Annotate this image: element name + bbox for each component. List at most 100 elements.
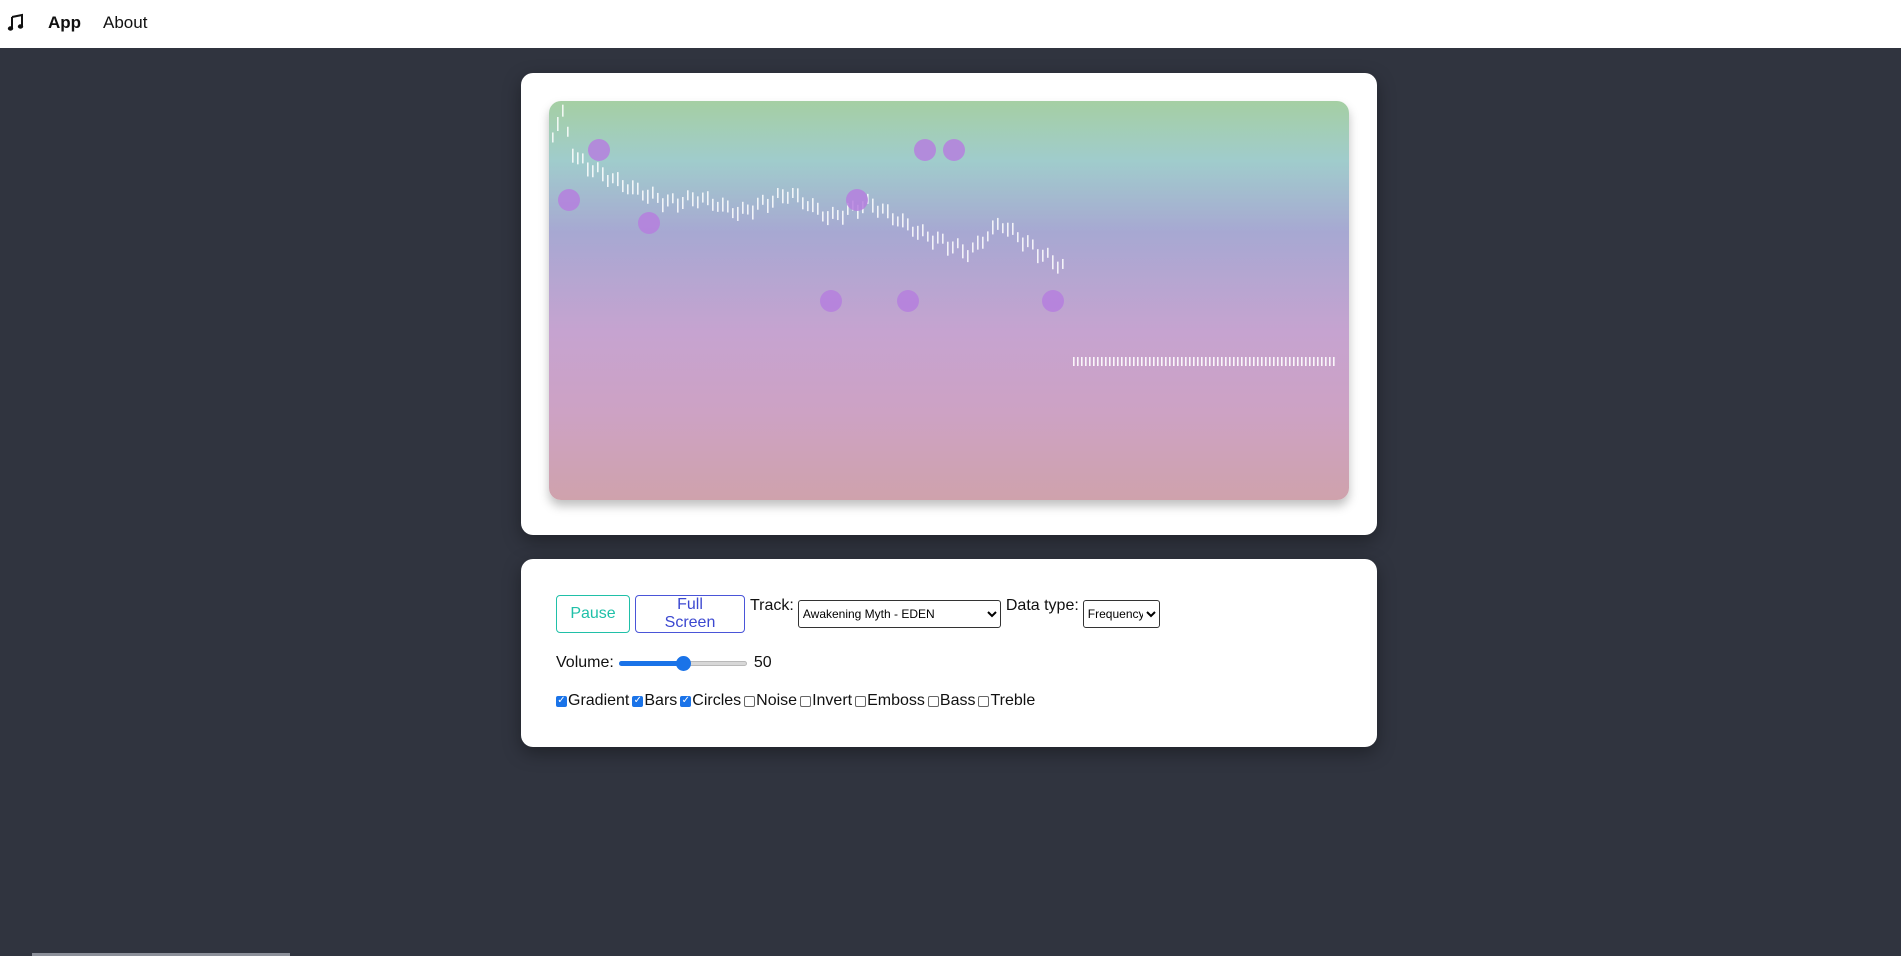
nav-app-link[interactable]: App xyxy=(48,13,81,33)
spectrum-bar xyxy=(1007,222,1009,237)
option-checkbox[interactable] xyxy=(632,695,644,707)
spectrum-bar xyxy=(732,208,734,219)
option-checkbox[interactable] xyxy=(556,695,567,707)
visualizer-circle xyxy=(638,212,660,234)
option-checkbox[interactable] xyxy=(800,695,812,707)
visualizer-circle xyxy=(943,139,965,161)
option-checkbox[interactable] xyxy=(744,695,756,707)
effect-options: Gradient Bars Circles Noise Invert Emboss Bass… xyxy=(556,692,1038,710)
option-invert[interactable]: Invert xyxy=(800,692,852,710)
spectrum-bar xyxy=(1002,223,1004,234)
pause-button[interactable]: Pause xyxy=(556,595,630,633)
spectrum-bar xyxy=(1209,357,1211,366)
spectrum-bar xyxy=(662,198,664,213)
spectrum-bar xyxy=(692,192,694,207)
data-type-select[interactable]: Frequency xyxy=(1082,600,1160,628)
spectrum-bar xyxy=(887,204,889,219)
spectrum-bar xyxy=(1313,357,1315,366)
spectrum-bar xyxy=(1117,357,1119,366)
spectrum-bar xyxy=(972,242,974,253)
spectrum-bar xyxy=(1233,357,1235,366)
option-checkbox[interactable] xyxy=(978,695,990,707)
option-label: Treble xyxy=(990,692,1036,709)
spectrum-bar xyxy=(997,217,999,230)
option-treble[interactable]: Treble xyxy=(978,692,1035,710)
option-noise[interactable]: Noise xyxy=(744,692,797,710)
spectrum-bar xyxy=(1309,357,1311,366)
spectrum-bar xyxy=(1225,357,1227,366)
spectrum-bar xyxy=(897,216,899,227)
spectrum-bar xyxy=(1269,357,1271,366)
spectrum-bar xyxy=(1325,357,1327,366)
option-gradient[interactable]: Gradient xyxy=(556,692,629,710)
spectrum-bar xyxy=(607,174,609,187)
spectrum-bar xyxy=(637,182,639,195)
spectrum-bar xyxy=(1213,357,1215,366)
spectrum-bar xyxy=(722,197,724,212)
spectrum-bar xyxy=(922,224,924,237)
volume-slider-thumb[interactable] xyxy=(675,656,691,671)
spectrum-bar xyxy=(1042,249,1044,262)
spectrum-bar xyxy=(592,165,594,178)
spectrum-bar xyxy=(642,190,644,201)
spectrum-bar xyxy=(1201,357,1203,366)
spectrum-bar xyxy=(1237,357,1239,366)
spectrum-bar xyxy=(552,132,554,143)
spectrum-bar xyxy=(597,162,599,173)
spectrum-bar xyxy=(797,188,799,203)
spectrum-bar xyxy=(582,153,584,164)
option-bass[interactable]: Bass xyxy=(927,692,976,710)
spectrum-bar xyxy=(1297,357,1299,366)
spectrum-bar xyxy=(772,195,774,208)
spectrum-bar xyxy=(752,205,754,220)
spectrum-bar xyxy=(1333,357,1335,366)
track-select[interactable]: Awakening Myth - EDEN xyxy=(797,600,1001,628)
spectrum-bar xyxy=(912,226,914,237)
option-label: Noise xyxy=(756,692,798,709)
option-label: Gradient xyxy=(568,692,630,709)
full-screen-button[interactable]: Full Screen xyxy=(635,595,745,633)
spectrum-bar xyxy=(1193,357,1195,366)
music-note-icon[interactable] xyxy=(6,13,26,33)
spectrum-bar xyxy=(1047,247,1049,258)
nav-about-link[interactable]: About xyxy=(103,13,147,33)
spectrum-bar xyxy=(697,196,699,209)
spectrum-bar xyxy=(632,180,634,195)
spectrum-bar xyxy=(1265,357,1267,366)
spectrum-bar xyxy=(1253,357,1255,366)
spectrum-bar xyxy=(572,148,574,163)
option-checkbox[interactable] xyxy=(680,695,692,707)
volume-control: Volume: 50 xyxy=(556,654,772,672)
spectrum-bar xyxy=(1257,357,1259,366)
option-checkbox[interactable] xyxy=(927,695,939,707)
spectrum-bar xyxy=(1153,357,1155,366)
spectrum-bar xyxy=(1289,357,1291,366)
spectrum-bar xyxy=(587,162,589,177)
option-label: Bass xyxy=(939,692,976,709)
spectrum-bar xyxy=(947,241,949,256)
spectrum-bar xyxy=(1245,357,1247,366)
volume-slider[interactable] xyxy=(618,655,747,671)
spectrum-bar xyxy=(1129,357,1131,366)
spectrum-bar xyxy=(1261,357,1263,366)
spectrum-bar xyxy=(1027,235,1029,248)
visualizer-circle xyxy=(1042,290,1064,312)
spectrum-bar xyxy=(952,241,954,254)
option-checkbox[interactable] xyxy=(855,695,867,707)
volume-label: Volume: xyxy=(556,654,614,671)
option-emboss[interactable]: Emboss xyxy=(855,692,925,710)
visualizer-circle xyxy=(558,189,580,211)
volume-value: 50 xyxy=(753,654,772,671)
spectrum-bar xyxy=(787,191,789,204)
spectrum-bar xyxy=(832,206,834,219)
spectrum-bar xyxy=(1277,357,1279,366)
option-bars[interactable]: Bars xyxy=(632,692,677,710)
spectrum-bar xyxy=(747,204,749,215)
option-circles[interactable]: Circles xyxy=(680,692,741,710)
spectrum-bar xyxy=(612,173,614,184)
data-type-label: Data type: xyxy=(1005,597,1079,614)
spectrum-bar xyxy=(1173,357,1175,366)
spectrum-bar xyxy=(977,235,979,250)
spectrum-bar xyxy=(1149,357,1151,366)
visualizer-canvas[interactable] xyxy=(549,101,1349,500)
